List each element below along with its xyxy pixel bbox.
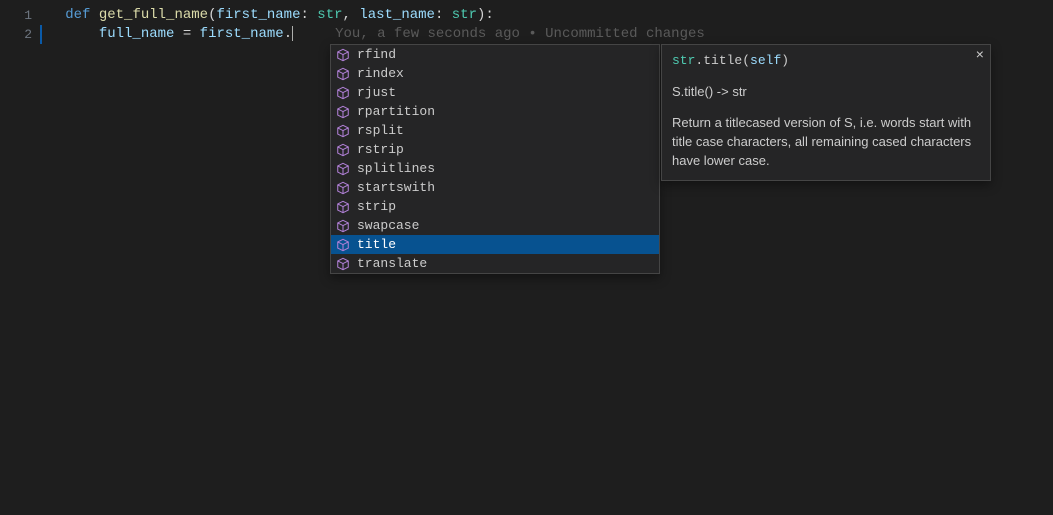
sig-self: self — [750, 53, 781, 68]
autocomplete-item[interactable]: translate — [331, 254, 659, 273]
method-icon — [335, 85, 351, 101]
code-editor[interactable]: 1 2 def get_full_name ( first_name: str, l… — [0, 0, 1053, 515]
autocomplete-label: strip — [357, 197, 396, 216]
method-icon — [335, 123, 351, 139]
autocomplete-label: swapcase — [357, 216, 419, 235]
method-icon — [335, 180, 351, 196]
colon-end: : — [485, 7, 493, 23]
autocomplete-popup[interactable]: rfindrindexrjustrpartitionrsplitrstripsp… — [330, 44, 660, 274]
doc-signature: str.title(self) — [672, 51, 980, 70]
line-gutter: 1 2 — [0, 0, 40, 515]
method-icon — [335, 237, 351, 253]
fn-name: get_full_name — [99, 7, 208, 23]
method-icon — [335, 199, 351, 215]
autocomplete-item[interactable]: title — [331, 235, 659, 254]
autocomplete-item[interactable]: startswith — [331, 178, 659, 197]
autocomplete-item[interactable]: rindex — [331, 64, 659, 83]
autocomplete-label: rstrip — [357, 140, 404, 159]
autocomplete-item[interactable]: swapcase — [331, 216, 659, 235]
method-icon — [335, 218, 351, 234]
autocomplete-item[interactable]: rpartition — [331, 102, 659, 121]
kw-def: def — [65, 7, 90, 23]
assign: = — [174, 26, 199, 42]
type-str: str — [317, 7, 342, 23]
comma: , — [343, 7, 351, 23]
autocomplete-label: startswith — [357, 178, 435, 197]
colon: : — [300, 7, 308, 23]
active-line-indicator — [40, 25, 42, 44]
documentation-popup: × str.title(self) S.title() -> str Retur… — [661, 44, 991, 181]
autocomplete-item[interactable]: rsplit — [331, 121, 659, 140]
sig-paren-close: ) — [781, 53, 789, 68]
gutter-line-2: 2 — [0, 25, 32, 44]
autocomplete-label: rindex — [357, 64, 404, 83]
param-first-name: first_name — [216, 7, 300, 23]
autocomplete-label: rfind — [357, 45, 396, 64]
method-icon — [335, 142, 351, 158]
git-lens-annotation: You, a few seconds ago • Uncommitted cha… — [335, 26, 705, 42]
dot: . — [284, 26, 292, 42]
autocomplete-label: rjust — [357, 83, 396, 102]
autocomplete-label: rsplit — [357, 121, 404, 140]
autocomplete-item[interactable]: strip — [331, 197, 659, 216]
autocomplete-label: rpartition — [357, 102, 435, 121]
code-line-2[interactable]: full_name = first_name. You, a few secon… — [40, 25, 1053, 44]
autocomplete-item[interactable]: rfind — [331, 45, 659, 64]
param-last-name: last_name — [359, 7, 435, 23]
sig-paren-open: ( — [742, 53, 750, 68]
method-icon — [335, 104, 351, 120]
doc-short: S.title() -> str — [672, 82, 980, 101]
sig-type: str — [672, 53, 695, 68]
autocomplete-label: title — [357, 235, 396, 254]
method-icon — [335, 47, 351, 63]
git-lens-gap — [293, 26, 335, 42]
close-icon[interactable]: × — [976, 49, 984, 63]
method-icon — [335, 256, 351, 272]
method-icon — [335, 66, 351, 82]
code-area[interactable]: def get_full_name ( first_name: str, last_… — [40, 0, 1053, 515]
indent — [65, 26, 99, 42]
autocomplete-item[interactable]: splitlines — [331, 159, 659, 178]
method-icon — [335, 161, 351, 177]
autocomplete-item[interactable]: rjust — [331, 83, 659, 102]
autocomplete-label: translate — [357, 254, 427, 273]
colon: : — [435, 7, 443, 23]
var-full-name: full_name — [99, 26, 175, 42]
code-line-1[interactable]: def get_full_name(first_name: str, last_… — [40, 6, 1053, 25]
type-str: str — [452, 7, 477, 23]
autocomplete-item[interactable]: rstrip — [331, 140, 659, 159]
gutter-line-1: 1 — [0, 6, 32, 25]
expr-first-name: first_name — [200, 26, 284, 42]
sig-name: title — [703, 53, 742, 68]
doc-description: Return a titlecased version of S, i.e. w… — [672, 113, 980, 170]
autocomplete-label: splitlines — [357, 159, 435, 178]
